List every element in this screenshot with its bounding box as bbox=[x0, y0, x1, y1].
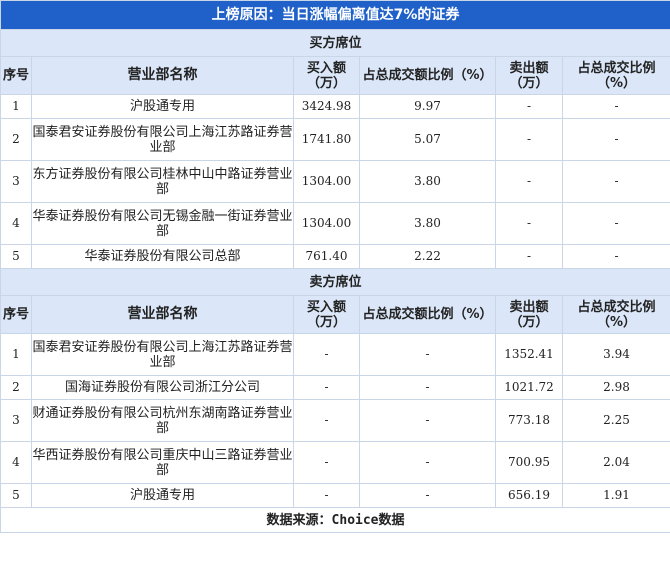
row-no: 1 bbox=[0, 333, 32, 376]
table-row: 5 沪股通专用 - - 656.19 1.91 bbox=[0, 483, 670, 508]
table-row: 2 国泰君安证券股份有限公司上海江苏路证券营业部 1741.80 5.07 - … bbox=[0, 118, 670, 161]
buy-amount: 761.40 bbox=[293, 244, 360, 269]
sell-section-label: 卖方席位 bbox=[0, 268, 670, 296]
buy-amount: 1304.00 bbox=[293, 202, 360, 245]
row-no: 1 bbox=[0, 94, 32, 119]
buy-section-label: 买方席位 bbox=[0, 29, 670, 57]
buy-amount: 1741.80 bbox=[293, 118, 360, 161]
branch-name: 东方证券股份有限公司桂林中山中路证券营业部 bbox=[31, 160, 294, 203]
sell-ratio: 3.94 bbox=[561, 333, 670, 376]
buy-amount: - bbox=[293, 375, 360, 400]
sell-header-row: 序号 营业部名称 买入额（万） 占总成交额比例（%） 卖出额（万） 占总成交比例… bbox=[0, 295, 670, 334]
row-no: 4 bbox=[0, 441, 32, 484]
buy-ratio: - bbox=[359, 375, 496, 400]
buy-amount: - bbox=[293, 399, 360, 442]
branch-name: 财通证券股份有限公司杭州东湖南路证券营业部 bbox=[31, 399, 294, 442]
table-row: 1 沪股通专用 3424.98 9.97 - - bbox=[0, 94, 670, 119]
sell-amount: - bbox=[495, 244, 563, 269]
sell-amount: - bbox=[495, 160, 563, 203]
sell-amount: 700.95 bbox=[495, 441, 563, 484]
branch-name: 华泰证券股份有限公司无锡金融一街证券营业部 bbox=[31, 202, 294, 245]
table-row: 4 华西证券股份有限公司重庆中山三路证券营业部 - - 700.95 2.04 bbox=[0, 441, 670, 484]
branch-name: 沪股通专用 bbox=[31, 94, 294, 119]
header-sell-amount: 卖出额（万） bbox=[495, 56, 563, 95]
header-sell-amount: 卖出额（万） bbox=[495, 295, 563, 334]
sell-ratio: - bbox=[561, 94, 670, 119]
buy-ratio: - bbox=[359, 483, 496, 508]
branch-name: 华西证券股份有限公司重庆中山三路证券营业部 bbox=[31, 441, 294, 484]
sell-amount: 773.18 bbox=[495, 399, 563, 442]
sell-amount: 1021.72 bbox=[495, 375, 563, 400]
header-buy-amount: 买入额（万） bbox=[293, 295, 360, 334]
buy-ratio: - bbox=[359, 399, 496, 442]
header-sell-ratio: 占总成交比例（%） bbox=[561, 295, 670, 334]
buy-ratio: 2.22 bbox=[359, 244, 496, 269]
buy-ratio: - bbox=[359, 333, 496, 376]
buy-amount: - bbox=[293, 441, 360, 484]
header-buy-ratio: 占总成交额比例（%） bbox=[359, 295, 496, 334]
buy-amount: - bbox=[293, 333, 360, 376]
sell-ratio: 1.91 bbox=[561, 483, 670, 508]
table-row: 3 财通证券股份有限公司杭州东湖南路证券营业部 - - 773.18 2.25 bbox=[0, 399, 670, 442]
row-no: 5 bbox=[0, 244, 32, 269]
buy-amount: - bbox=[293, 483, 360, 508]
data-source-note: 数据来源：Choice数据 bbox=[0, 507, 670, 533]
table-row: 3 东方证券股份有限公司桂林中山中路证券营业部 1304.00 3.80 - - bbox=[0, 160, 670, 203]
buy-ratio: 3.80 bbox=[359, 160, 496, 203]
branch-name: 沪股通专用 bbox=[31, 483, 294, 508]
table-row: 2 国海证券股份有限公司浙江分公司 - - 1021.72 2.98 bbox=[0, 375, 670, 400]
branch-name: 国泰君安证券股份有限公司上海江苏路证券营业部 bbox=[31, 118, 294, 161]
row-no: 4 bbox=[0, 202, 32, 245]
data-source-text: 数据来源：Choice数据 bbox=[266, 512, 405, 528]
buy-header-row: 序号 营业部名称 买入额（万） 占总成交额比例（%） 卖出额（万） 占总成交比例… bbox=[0, 56, 670, 95]
header-no: 序号 bbox=[0, 295, 32, 334]
sell-ratio: 2.04 bbox=[561, 441, 670, 484]
table-row: 4 华泰证券股份有限公司无锡金融一街证券营业部 1304.00 3.80 - - bbox=[0, 202, 670, 245]
sell-ratio: - bbox=[561, 202, 670, 245]
sell-ratio: - bbox=[561, 244, 670, 269]
buy-ratio: 5.07 bbox=[359, 118, 496, 161]
row-no: 2 bbox=[0, 118, 32, 161]
sell-ratio: - bbox=[561, 160, 670, 203]
header-branch-name: 营业部名称 bbox=[31, 56, 294, 95]
sell-amount: 1352.41 bbox=[495, 333, 563, 376]
header-sell-ratio: 占总成交比例（%） bbox=[561, 56, 670, 95]
buy-ratio: 9.97 bbox=[359, 94, 496, 119]
sell-amount: - bbox=[495, 94, 563, 119]
row-no: 5 bbox=[0, 483, 32, 508]
sell-ratio: 2.25 bbox=[561, 399, 670, 442]
branch-name: 国泰君安证券股份有限公司上海江苏路证券营业部 bbox=[31, 333, 294, 376]
buy-amount: 1304.00 bbox=[293, 160, 360, 203]
header-branch-name: 营业部名称 bbox=[31, 295, 294, 334]
table-row: 5 华泰证券股份有限公司总部 761.40 2.22 - - bbox=[0, 244, 670, 269]
buy-amount: 3424.98 bbox=[293, 94, 360, 119]
sell-amount: - bbox=[495, 118, 563, 161]
table-row: 1 国泰君安证券股份有限公司上海江苏路证券营业部 - - 1352.41 3.9… bbox=[0, 333, 670, 376]
buy-ratio: - bbox=[359, 441, 496, 484]
row-no: 3 bbox=[0, 160, 32, 203]
sell-amount: 656.19 bbox=[495, 483, 563, 508]
header-buy-amount: 买入额（万） bbox=[293, 56, 360, 95]
dragon-tiger-table: 上榜原因：当日涨幅偏离值达7%的证券 买方席位 序号 营业部名称 买入额（万） … bbox=[0, 0, 670, 533]
row-no: 2 bbox=[0, 375, 32, 400]
header-buy-ratio: 占总成交额比例（%） bbox=[359, 56, 496, 95]
table-title: 上榜原因：当日涨幅偏离值达7%的证券 bbox=[0, 0, 670, 30]
sell-ratio: - bbox=[561, 118, 670, 161]
sell-ratio: 2.98 bbox=[561, 375, 670, 400]
header-no: 序号 bbox=[0, 56, 32, 95]
branch-name: 国海证券股份有限公司浙江分公司 bbox=[31, 375, 294, 400]
sell-amount: - bbox=[495, 202, 563, 245]
row-no: 3 bbox=[0, 399, 32, 442]
branch-name: 华泰证券股份有限公司总部 bbox=[31, 244, 294, 269]
buy-ratio: 3.80 bbox=[359, 202, 496, 245]
